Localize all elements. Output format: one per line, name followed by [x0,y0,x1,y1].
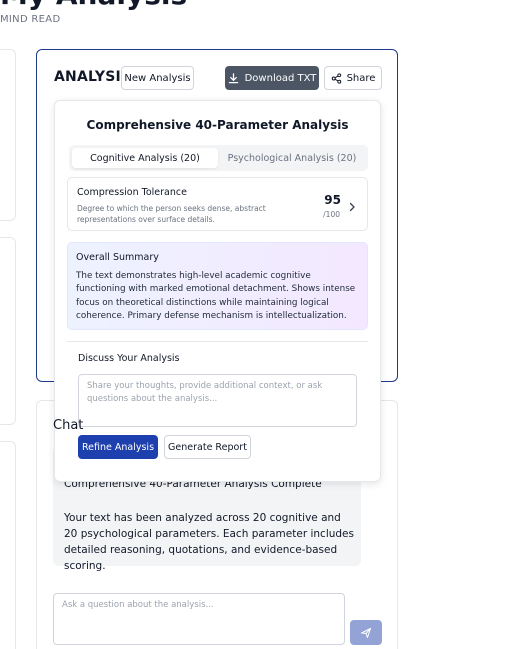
chevron-right-icon [347,197,357,212]
new-analysis-label: New Analysis [124,72,191,84]
chat-heading: Chat [53,418,84,433]
parameter-name: Compression Tolerance [77,187,187,198]
tab-cognitive-analysis[interactable]: Cognitive Analysis (20) [72,148,218,168]
send-button[interactable] [350,620,382,645]
summary-text: The text demonstrates high-level academi… [76,271,356,322]
generate-report-button[interactable]: Generate Report [164,435,251,459]
analysis-card-title: Comprehensive 40-Parameter Analysis [86,118,349,132]
chat-input[interactable]: Ask a question about the analysis... [53,593,345,645]
left-card-1 [0,49,16,221]
discuss-label: Discuss Your Analysis [78,353,180,364]
divider [67,341,368,342]
tab-psychological-analysis[interactable]: Psychological Analysis (20) [219,148,365,168]
new-analysis-button[interactable]: New Analysis [121,66,194,90]
page-title: My Analysis [0,0,187,11]
summary-title: Overall Summary [76,252,159,263]
left-card-3 [0,441,16,649]
discuss-textarea[interactable]: Share your thoughts, provide additional … [78,374,357,427]
share-button[interactable]: Share [324,66,382,90]
page: My Analysis MIND READ ANALYSIS New Analy… [0,0,521,649]
chat-message-body: Your text has been analyzed across 20 co… [64,512,354,572]
share-icon [331,72,342,84]
download-icon [228,72,239,84]
parameter-score-max: /100 [323,210,340,219]
download-txt-button[interactable]: Download TXT [225,66,319,90]
parameter-score: 95 [324,193,341,207]
analysis-tabs: Cognitive Analysis (20) Psychological An… [69,145,368,171]
left-card-2 [0,237,16,425]
send-icon [360,627,372,639]
parameter-description: Degree to which the person seeks dense, … [77,204,266,224]
refine-analysis-button[interactable]: Refine Analysis [78,435,158,459]
share-label: Share [346,72,376,84]
download-label: Download TXT [244,72,317,84]
page-subtitle: MIND READ [0,14,61,25]
overall-summary: Overall Summary The text demonstrates hi… [67,242,368,330]
analysis-heading: ANALYSIS [54,69,132,85]
analysis-result-card: Comprehensive 40-Parameter Analysis Cogn… [54,100,381,482]
parameter-card[interactable]: Compression Tolerance Degree to which th… [67,177,368,231]
